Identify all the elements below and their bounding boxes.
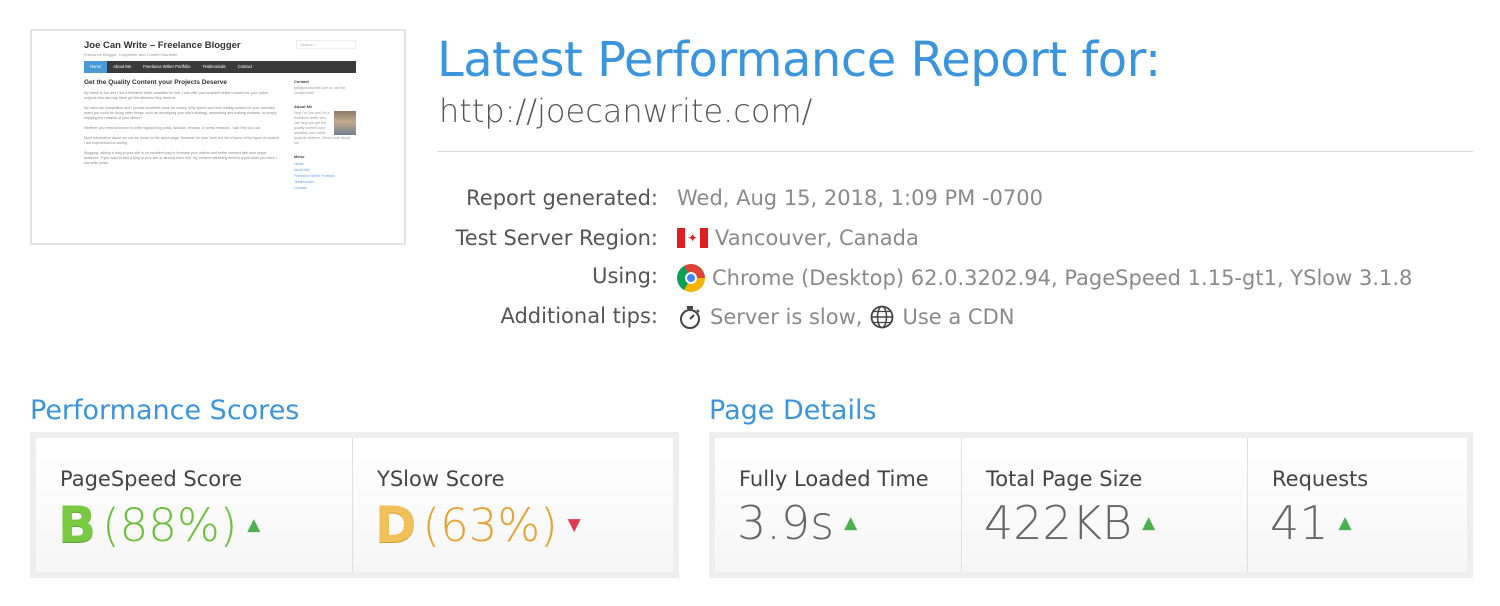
- pagespeed-score-value: B (88%) ▲: [58, 500, 260, 550]
- report-generated-date: Wed, Aug 15, 2018, 1:09 PM -0700: [677, 186, 1043, 210]
- thumbnail-sidebar: Contact joe@joecanwrite.com or use the c…: [294, 79, 356, 191]
- thumbnail-menu-link: Contact: [294, 186, 307, 190]
- author-photo: [334, 111, 356, 135]
- page-details-panel: Fully Loaded Time 3.9s ▲ Total Page Size…: [709, 432, 1473, 578]
- thumbnail-nav-item: Home: [84, 61, 108, 73]
- report-generated-value: Wed, Aug 15, 2018, 1:09 PM -0700: [677, 186, 1043, 210]
- report-url-link[interactable]: http://joecanwrite.com/: [439, 92, 812, 130]
- test-region-label: Test Server Region:: [455, 226, 658, 250]
- thumbnail-sidebar-heading: Menu: [294, 154, 305, 159]
- using-label: Using:: [592, 264, 658, 288]
- thumbnail-nav-item: Freelance Writer Portfolio: [143, 64, 191, 69]
- yslow-score-value: D (63%) ▼: [375, 500, 581, 550]
- total-page-size-label: Total Page Size: [986, 467, 1143, 491]
- using-row: Using: Chrome (Desktop) 62.0.3202.94, Pa…: [437, 264, 1473, 294]
- thumbnail-sidebar-text: joe@joecanwrite.com or use the contact f…: [294, 86, 346, 95]
- requests-count: 41: [1270, 496, 1329, 550]
- pagespeed-percent: (88%): [102, 498, 238, 552]
- test-region-text: Vancouver, Canada: [715, 226, 919, 250]
- stopwatch-icon: [680, 306, 700, 329]
- test-region-row: Test Server Region: ✦ Vancouver, Canada: [437, 226, 1473, 256]
- use-cdn-tip-link[interactable]: Use a CDN: [902, 305, 1014, 329]
- canada-flag-icon: ✦: [677, 228, 708, 248]
- thumbnail-sidebar-heading: About Me: [294, 104, 313, 109]
- thumbnail-heading: Get the Quality Content your Projects De…: [84, 79, 228, 86]
- test-region-value: ✦ Vancouver, Canada: [677, 226, 919, 250]
- globe-icon: [871, 305, 894, 329]
- trend-down-icon: ▼: [567, 514, 581, 535]
- thumbnail-paragraph: My name is Joe and I am a freelance writ…: [84, 91, 269, 100]
- page-details-title: Page Details: [709, 395, 877, 426]
- report-generated-row: Report generated: Wed, Aug 15, 2018, 1:0…: [437, 186, 1473, 216]
- additional-tips-label: Additional tips:: [500, 304, 658, 328]
- trend-up-icon: ▲: [247, 514, 261, 535]
- thumbnail-content: Joe Can Write – Freelance Blogger Freela…: [84, 40, 356, 191]
- thumbnail-tagline: Freelance Blogger, Copywriter and Conten…: [84, 52, 178, 57]
- total-page-size: 422KB: [984, 496, 1133, 550]
- total-page-size-cell[interactable]: Total Page Size 422KB ▲: [962, 438, 1248, 572]
- using-value: Chrome (Desktop) 62.0.3202.94, PageSpeed…: [677, 264, 1412, 292]
- requests-value: 41 ▲: [1270, 500, 1352, 546]
- fully-loaded-time-value: 3.9s ▲: [737, 500, 857, 546]
- yslow-percent: (63%): [422, 498, 558, 552]
- trend-up-icon: ▲: [1142, 512, 1156, 533]
- report-generated-label: Report generated:: [466, 186, 658, 210]
- thumbnail-nav-item: Testimonials: [202, 64, 226, 69]
- thumbnail-paragraph: My rates are competitive and I provide e…: [84, 106, 277, 120]
- additional-tips-value: Server is slow, Use a CDN: [677, 304, 1014, 330]
- using-text: Chrome (Desktop) 62.0.3202.94, PageSpeed…: [712, 266, 1413, 290]
- thumbnail-main: Get the Quality Content your Projects De…: [84, 79, 280, 191]
- thumbnail-nav-item: About Me: [113, 64, 132, 69]
- chrome-icon: [677, 264, 705, 292]
- thumbnail-paragraph: Blogging: adding a blog to your site is …: [84, 151, 278, 165]
- performance-scores-panel: PageSpeed Score B (88%) ▲ YSlow Score D …: [30, 432, 679, 578]
- trend-up-icon: ▲: [844, 512, 858, 533]
- fully-loaded-time-cell[interactable]: Fully Loaded Time 3.9s ▲: [715, 438, 962, 572]
- thumbnail-nav-item: Contact: [237, 64, 252, 69]
- pagespeed-score-label: PageSpeed Score: [60, 467, 243, 491]
- additional-tips-row: Additional tips: Server is slow, Use a C…: [437, 304, 1473, 334]
- total-page-size-value: 422KB ▲: [984, 500, 1155, 546]
- yslow-score-label: YSlow Score: [377, 467, 505, 491]
- thumbnail-search: Search ...: [296, 40, 356, 49]
- thumbnail-paragraph: Whether you need someone to write regula…: [84, 126, 261, 130]
- yslow-grade: D: [375, 496, 417, 554]
- fully-loaded-time: 3.9s: [737, 496, 835, 550]
- pagespeed-score-cell[interactable]: PageSpeed Score B (88%) ▲: [36, 438, 353, 572]
- requests-cell[interactable]: Requests 41 ▲: [1248, 438, 1467, 572]
- trend-up-icon: ▲: [1338, 512, 1352, 533]
- report-title: Latest Performance Report for:: [437, 32, 1161, 88]
- pagespeed-grade: B: [58, 496, 97, 554]
- page-screenshot-thumbnail: Joe Can Write – Freelance Blogger Freela…: [30, 29, 406, 245]
- performance-scores-title: Performance Scores: [30, 395, 300, 426]
- thumbnail-nav: Home About Me Freelance Writer Portfolio…: [84, 61, 356, 73]
- thumbnail-sidebar-heading: Contact: [294, 79, 309, 84]
- thumbnail-body: Get the Quality Content your Projects De…: [84, 79, 356, 191]
- yslow-score-cell[interactable]: YSlow Score D (63%) ▼: [353, 438, 673, 572]
- server-slow-tip-link[interactable]: Server is slow,: [710, 305, 862, 329]
- fully-loaded-time-label: Fully Loaded Time: [739, 467, 929, 491]
- header-divider: [437, 151, 1473, 152]
- requests-label: Requests: [1272, 467, 1369, 491]
- thumbnail-paragraph: More information about me can be found o…: [84, 136, 279, 145]
